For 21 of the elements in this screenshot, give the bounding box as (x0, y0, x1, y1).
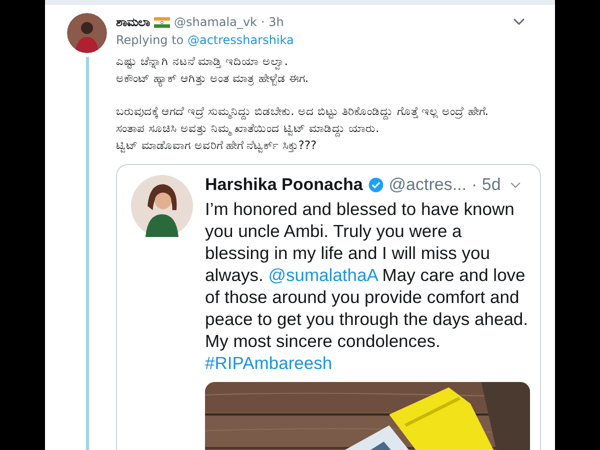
replying-to: Replying to @actressharshika (116, 33, 295, 47)
timestamp: · 3h (261, 15, 284, 29)
tweet-text: ಬರುವುದಕ್ಕೆ ಆಗದೆ ಇದ್ರೆ ಸುಮ್ಮನಿದ್ದು ಬಿಡಬೇಕು. ಅದ ಬಿಟ್ಟು ತಿರಿಕೊಂಡಿದ್ದು ಗೊತ್ತೆ ಇಲ್ಲ ಅಂದ್ರೆ ಹೇಗೆ. (116, 103, 490, 120)
tweet-link[interactable]: @sumalathaA (268, 265, 378, 285)
timestamp: · 5d (472, 175, 501, 195)
avatar[interactable] (131, 175, 193, 237)
flag-icon (154, 16, 170, 28)
avatar[interactable] (67, 13, 107, 53)
tweet-text: ಎಷ್ಟು ಚೆನ್ನಾಗಿ ನಟನೆ ಮಾಡ್ತಿ ಇದಿಯಾ ಅಲ್ವಾ. (116, 53, 289, 70)
display-name[interactable]: Harshika Poonacha (205, 175, 363, 195)
tweet-text: ಅಕೌಂಟ್ ಹ್ಯಾಕ್ ಆಗಿತ್ತು ಅಂತ ಮಾತ್ರ ಹೇಳ್ಬೆಡ ಈಗ. (116, 70, 310, 87)
quoted-tweet-text: I’m honored and blessed to have known you uncle Ambi. Truly you were a blessing in my life and I will miss you always. @sumalathaA May care and love of those around you provide comfort and peace to get you through the days ahead. My most sincere condolences. #RIPAmbareesh (205, 198, 530, 374)
tweet-text: ಸಂತಾಪ ಸೂಚಿಸಿ ಅವತ್ತು ನಿಮ್ಮ ಖಾತೆಯಿಂದ ಟ್ವಿಟ್ ಮಾಡಿದ್ದು ಯಾರು. (116, 120, 380, 137)
user-handle: @actres... (388, 175, 467, 195)
user-handle: @shamala_vk (174, 15, 257, 29)
chevron-icon[interactable] (510, 182, 521, 188)
chevron-icon[interactable] (513, 18, 525, 26)
mention-link[interactable]: @actressharshika (187, 33, 294, 47)
tweet-link[interactable]: #RIPAmbareesh (205, 353, 332, 373)
tweet-text: ಟ್ವಿಟ್ ಮಾಡೊವಾಗ ಅವರಿಗೆ ಹೇಗೆ ನೆಟ್ವರ್ಕ್ ಸಿಕ್ತು??? (116, 137, 318, 154)
display-name[interactable]: ಶಾಮಲಾ (116, 15, 150, 29)
